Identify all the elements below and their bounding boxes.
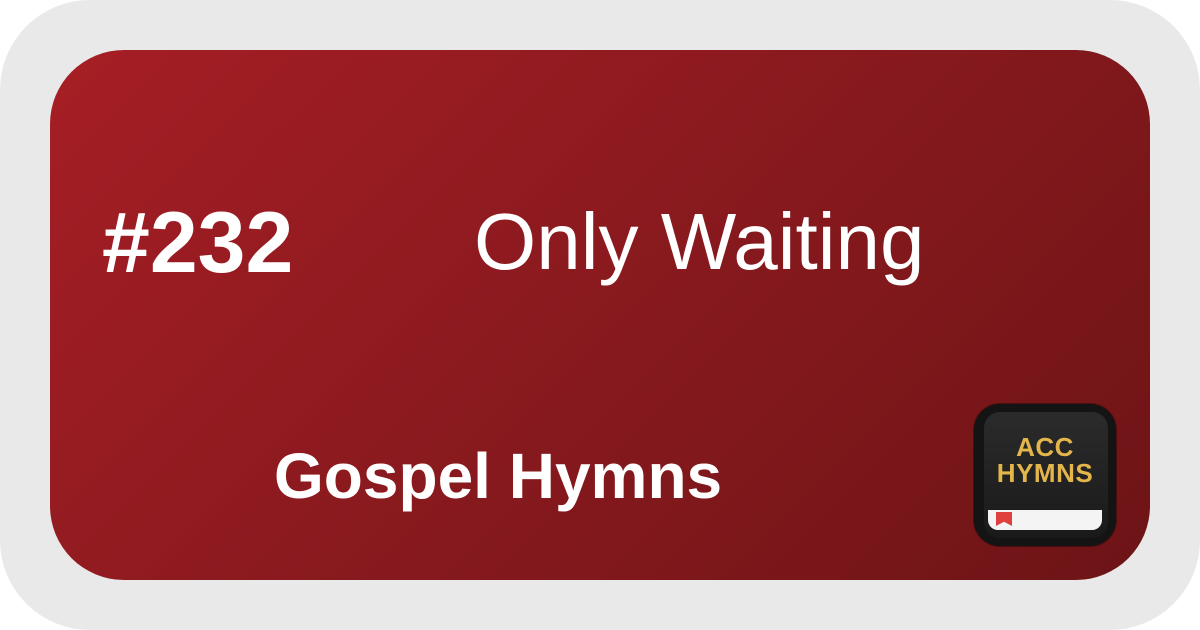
outer-frame: #232 Only Waiting Gospel Hymns ACC HYMNS <box>0 0 1200 630</box>
acc-hymns-app-icon: ACC HYMNS <box>974 404 1116 546</box>
hymn-title: Only Waiting <box>474 197 925 286</box>
hymn-collection: Gospel Hymns <box>274 440 723 512</box>
app-logo-line2: HYMNS <box>996 458 1094 488</box>
hymn-number: #232 <box>102 195 294 291</box>
app-logo-line1: ACC <box>1016 432 1074 462</box>
hymn-card: #232 Only Waiting Gospel Hymns ACC HYMNS <box>50 50 1150 580</box>
